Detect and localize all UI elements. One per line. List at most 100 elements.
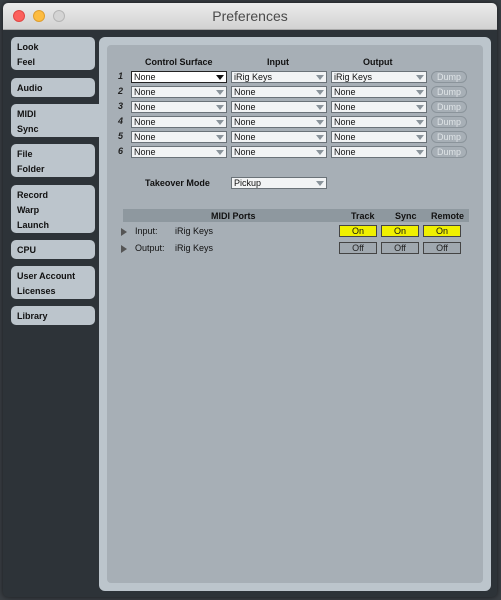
expand-triangle-icon[interactable]: [121, 245, 127, 253]
dump-button[interactable]: Dump: [431, 116, 467, 128]
tab-label: User Account: [17, 271, 76, 281]
dropdown-arrow-icon: [316, 181, 324, 186]
dropdown-value: None: [334, 102, 356, 112]
control-surface-dropdown[interactable]: None: [131, 71, 227, 83]
tab-user-account-licenses[interactable]: User Account Licenses: [11, 266, 95, 299]
dump-button[interactable]: Dump: [431, 101, 467, 113]
sync-toggle[interactable]: Off: [381, 242, 419, 254]
tab-library[interactable]: Library: [11, 306, 95, 325]
window-title: Preferences: [212, 8, 288, 24]
port-name: iRig Keys: [175, 226, 214, 236]
takeover-mode-dropdown[interactable]: Pickup: [231, 177, 327, 189]
input-dropdown[interactable]: None: [231, 86, 327, 98]
dropdown-arrow-icon: [416, 120, 424, 125]
output-dropdown[interactable]: None: [331, 146, 427, 158]
input-dropdown[interactable]: None: [231, 146, 327, 158]
remote-heading: Remote: [431, 211, 465, 221]
preferences-window: Preferences Look Feel Audio MIDI Sync Fi…: [3, 3, 497, 597]
dropdown-value: None: [134, 102, 156, 112]
dump-button[interactable]: Dump: [431, 86, 467, 98]
dropdown-arrow-icon: [416, 90, 424, 95]
dropdown-value: None: [134, 72, 156, 82]
dropdown-arrow-icon: [416, 105, 424, 110]
midi-ports-heading: MIDI Ports: [211, 211, 256, 221]
dropdown-value: None: [334, 147, 356, 157]
tab-label: Folder: [17, 164, 45, 174]
tab-file-folder[interactable]: File Folder: [11, 144, 95, 177]
port-name: iRig Keys: [175, 243, 214, 253]
tab-cpu[interactable]: CPU: [11, 240, 95, 259]
tab-label: Feel: [17, 57, 36, 67]
remote-toggle[interactable]: Off: [423, 242, 461, 254]
dropdown-arrow-icon: [316, 75, 324, 80]
dropdown-value: None: [234, 102, 256, 112]
dropdown-value: None: [234, 147, 256, 157]
midi-ports-header: MIDI Ports Track Sync Remote: [123, 209, 469, 222]
tab-label: Look: [17, 42, 39, 52]
output-dropdown[interactable]: None: [331, 116, 427, 128]
expand-triangle-icon[interactable]: [121, 228, 127, 236]
dropdown-arrow-icon: [316, 120, 324, 125]
tab-look-feel[interactable]: Look Feel: [11, 37, 95, 70]
dropdown-arrow-icon: [216, 150, 224, 155]
dropdown-value: None: [334, 87, 356, 97]
tab-label: Audio: [17, 83, 43, 93]
dump-button[interactable]: Dump: [431, 146, 467, 158]
control-surface-dropdown[interactable]: None: [131, 86, 227, 98]
output-dropdown[interactable]: None: [331, 131, 427, 143]
row-number: 6: [118, 146, 124, 156]
row-number: 4: [118, 116, 124, 126]
row-number: 5: [118, 131, 124, 141]
tab-label: Sync: [17, 124, 39, 134]
dropdown-arrow-icon: [416, 135, 424, 140]
dropdown-arrow-icon: [216, 135, 224, 140]
tab-record-warp-launch[interactable]: Record Warp Launch: [11, 185, 95, 233]
track-heading: Track: [351, 211, 375, 221]
dump-button[interactable]: Dump: [431, 131, 467, 143]
row-number: 3: [118, 101, 124, 111]
dropdown-value: None: [134, 117, 156, 127]
control-surface-header: Control Surface: [145, 57, 213, 67]
title-bar[interactable]: Preferences: [3, 3, 497, 30]
dropdown-arrow-icon: [316, 150, 324, 155]
output-dropdown[interactable]: None: [331, 101, 427, 113]
midi-sync-panel: Control Surface Input Output 1 None iRig…: [99, 37, 491, 591]
dropdown-arrow-icon: [216, 75, 224, 80]
track-toggle[interactable]: Off: [339, 242, 377, 254]
dropdown-value: None: [234, 117, 256, 127]
input-dropdown[interactable]: None: [231, 101, 327, 113]
remote-toggle[interactable]: On: [423, 225, 461, 237]
tab-label: CPU: [17, 245, 37, 255]
input-dropdown[interactable]: None: [231, 116, 327, 128]
dropdown-value: None: [334, 132, 356, 142]
input-dropdown[interactable]: iRig Keys: [231, 71, 327, 83]
port-direction: Input:: [135, 226, 158, 236]
control-surface-dropdown[interactable]: None: [131, 101, 227, 113]
dropdown-arrow-icon: [216, 120, 224, 125]
tab-label: Library: [17, 311, 48, 321]
midi-settings-area: Control Surface Input Output 1 None iRig…: [107, 45, 483, 583]
sync-heading: Sync: [395, 211, 417, 221]
control-surface-dropdown[interactable]: None: [131, 116, 227, 128]
dropdown-value: None: [134, 87, 156, 97]
tab-label: Record: [17, 190, 49, 200]
dropdown-value: None: [234, 87, 256, 97]
control-surface-dropdown[interactable]: None: [131, 146, 227, 158]
input-header: Input: [267, 57, 289, 67]
input-dropdown[interactable]: None: [231, 131, 327, 143]
tab-audio[interactable]: Audio: [11, 78, 95, 97]
dropdown-value: None: [234, 132, 256, 142]
dropdown-arrow-icon: [216, 105, 224, 110]
tab-label: Launch: [17, 220, 50, 230]
dropdown-value: None: [134, 147, 156, 157]
row-number: 1: [118, 71, 124, 81]
dropdown-value: iRig Keys: [334, 72, 373, 82]
control-surface-dropdown[interactable]: None: [131, 131, 227, 143]
sync-toggle[interactable]: On: [381, 225, 419, 237]
output-dropdown[interactable]: iRig Keys: [331, 71, 427, 83]
dump-button[interactable]: Dump: [431, 71, 467, 83]
tab-midi-sync[interactable]: MIDI Sync: [11, 104, 103, 137]
tab-label: Warp: [17, 205, 40, 215]
output-dropdown[interactable]: None: [331, 86, 427, 98]
track-toggle[interactable]: On: [339, 225, 377, 237]
